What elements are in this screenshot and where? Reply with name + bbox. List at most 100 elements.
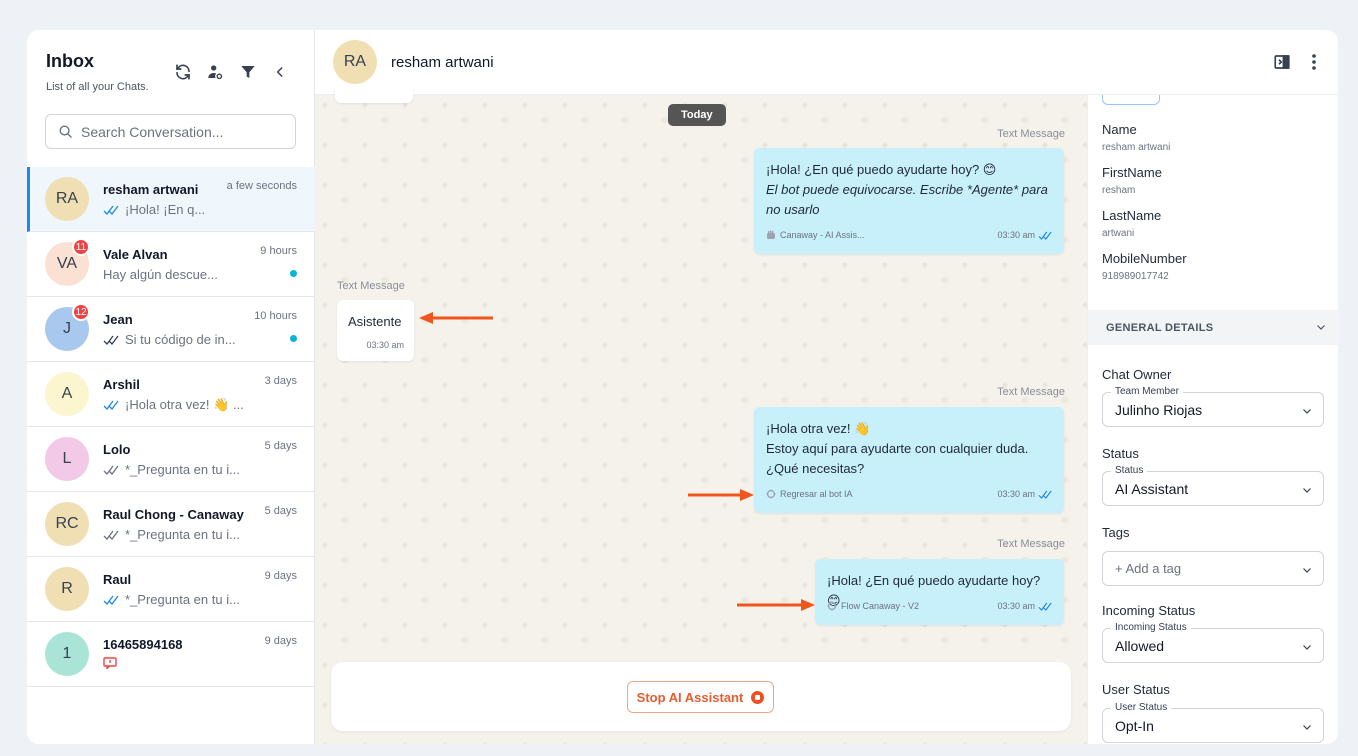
unread-badge: 12 (72, 303, 90, 321)
tags-placeholder: + Add a tag (1115, 561, 1182, 576)
chat-header: RA resham artwani (315, 30, 1338, 95)
select-value: Julinho Riojas (1115, 401, 1203, 418)
conversation-item[interactable]: RC Raul Chong - Canaway 5 days *_Pregunt… (27, 492, 315, 557)
message-time: 03:30 am (997, 601, 1035, 611)
inbox-panel: Inbox List of all your Chats. RA resham … (27, 30, 315, 744)
double-check-icon (103, 465, 119, 475)
filter-button[interactable] (238, 62, 258, 82)
conversation-preview: ¡Hola otra vez! 👋 ... (103, 397, 244, 413)
message-type-label: Text Message (997, 386, 1065, 398)
conversation-item[interactable]: VA 11 Vale Alvan 9 hours Hay algún descu… (27, 232, 315, 297)
message-source: Flow Canaway - V2 (827, 596, 919, 616)
preview-text: *_Pregunta en tu i... (125, 527, 240, 542)
refresh-button[interactable] (173, 62, 193, 82)
conversation-time: 9 hours (260, 245, 297, 257)
conversation-name: Jean (103, 312, 133, 327)
firstname-label: FirstName (1102, 165, 1162, 180)
mobile-value: 918989017742 (1102, 271, 1169, 282)
name-value: resham artwani (1102, 142, 1171, 153)
message-footer: Flow Canaway - V2 03:30 am (827, 596, 1052, 616)
general-details-section[interactable]: GENERAL DETAILS (1088, 310, 1338, 345)
conversation-item[interactable]: A Arshil 3 days ¡Hola otra vez! 👋 ... (27, 362, 315, 427)
annotation-arrow (419, 312, 493, 324)
conversation-preview: ¡Hola! ¡En q... (103, 202, 205, 217)
message-text: ¡Hola! ¿En qué puedo ayudarte hoy? 😊 (766, 162, 997, 177)
chevron-down-icon (1303, 725, 1311, 730)
preview-text: ¡Hola otra vez! 👋 ... (125, 397, 244, 412)
conversation-item[interactable]: RA resham artwani a few seconds ¡Hola! ¡… (27, 167, 315, 232)
conversation-name: Lolo (103, 442, 131, 457)
inbox-subtitle: List of all your Chats. (46, 81, 149, 93)
contact-name: resham artwani (391, 54, 494, 71)
status-label: Status (1102, 446, 1139, 461)
message-text: ¿Qué necesitas? (766, 461, 865, 476)
tags-select[interactable]: + Add a tag (1102, 551, 1324, 586)
stop-button-label: Stop AI Assistant (636, 689, 744, 705)
double-check-icon (103, 400, 119, 410)
panel-right-icon (1274, 55, 1290, 69)
partial-button[interactable] (1102, 95, 1160, 105)
conversation-item[interactable]: 1 16465894168 9 days (27, 622, 315, 687)
select-legend: User Status (1111, 702, 1172, 713)
preview-text: Hay algún descue... (103, 267, 218, 282)
avatar: 1 (45, 632, 89, 676)
unread-badge: 11 (72, 238, 90, 256)
more-options-button[interactable] (1307, 53, 1321, 76)
avatar: RC (45, 502, 89, 546)
status-select[interactable]: Status AI Assistant (1102, 465, 1324, 506)
message-source: Regresar al bot IA (766, 484, 853, 504)
outgoing-message: ¡Hola! ¿En qué puedo ayudarte hoy? 😊 Flo… (815, 559, 1064, 625)
filter-icon (241, 66, 255, 78)
stop-ai-assistant-button[interactable]: Stop AI Assistant (627, 681, 774, 713)
assign-user-button[interactable] (205, 62, 225, 82)
conversation-time: 5 days (264, 505, 297, 517)
double-check-icon (1038, 602, 1052, 611)
chat-owner-select[interactable]: Team Member Julinho Riojas (1102, 386, 1324, 427)
chevron-down-icon (1303, 645, 1311, 650)
double-check-icon (103, 595, 119, 605)
chevron-down-icon (1303, 488, 1311, 493)
chat-owner-label: Chat Owner (1102, 367, 1172, 382)
double-check-icon (103, 335, 119, 345)
search-icon (59, 125, 72, 138)
message-text: no usarlo (766, 202, 820, 217)
select-value: Opt-In (1115, 717, 1154, 734)
conversation-item[interactable]: L Lolo 5 days *_Pregunta en tu i... (27, 427, 315, 492)
search-box[interactable] (45, 114, 296, 149)
user-status-label: User Status (1102, 682, 1170, 697)
previous-message-bubble (335, 87, 413, 103)
message-time-group: 03:30 am (997, 484, 1052, 504)
conversation-name: Arshil (103, 377, 140, 392)
outgoing-message: ¡Hola otra vez! 👋 Estoy aquí para ayudar… (754, 407, 1064, 513)
message-area[interactable]: Today Text Message ¡Hola! ¿En qué puedo … (315, 87, 1087, 744)
incoming-status-label: Incoming Status (1102, 603, 1196, 618)
annotation-arrow (688, 489, 754, 501)
section-title: GENERAL DETAILS (1106, 321, 1214, 334)
conversation-time: 9 days (264, 635, 297, 647)
user-status-select[interactable]: User Status Opt-In (1102, 702, 1324, 743)
avatar: L (45, 437, 89, 481)
conversation-preview (103, 657, 117, 669)
message-footer: Regresar al bot IA 03:30 am (766, 484, 1052, 504)
preview-text: *_Pregunta en tu i... (125, 592, 240, 607)
conversation-preview: Si tu código de in... (103, 332, 236, 347)
message-time: 03:30 am (997, 230, 1035, 240)
collapse-panel-button[interactable] (270, 62, 290, 82)
unread-dot (290, 335, 297, 342)
select-legend: Status (1111, 465, 1148, 476)
message-text: Estoy aquí para ayudarte con cualquier d… (766, 441, 1029, 456)
conversation-name: Raul (103, 572, 132, 587)
user-settings-icon (208, 65, 223, 80)
conversation-preview: *_Pregunta en tu i... (103, 462, 240, 477)
conversation-item[interactable]: J 12 Jean 10 hours Si tu código de in... (27, 297, 315, 362)
lastname-value: artwani (1102, 228, 1135, 239)
incoming-status-select[interactable]: Incoming Status Allowed (1102, 622, 1324, 663)
message-time-group: 03:30 am (997, 596, 1052, 616)
message-time: 03:30 am (997, 489, 1035, 499)
toggle-sidebar-button[interactable] (1273, 53, 1291, 76)
search-input[interactable] (81, 123, 281, 140)
conversation-item[interactable]: R Raul 9 days *_Pregunta en tu i... (27, 557, 315, 622)
chevron-down-icon (1303, 568, 1311, 573)
chat-panel: RA resham artwani Today Text Message ¡Ho… (315, 30, 1338, 744)
contact-avatar: RA (333, 40, 377, 84)
